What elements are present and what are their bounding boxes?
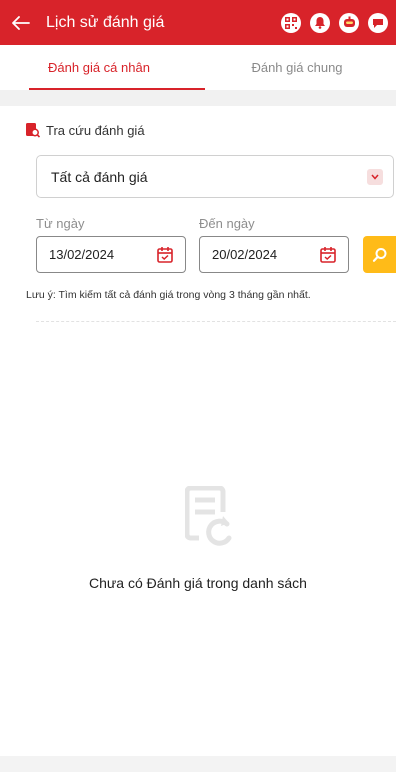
from-date-field[interactable]: 13/02/2024 <box>36 236 186 273</box>
empty-state-message: Chưa có Đánh giá trong danh sách <box>89 575 307 591</box>
to-date-value: 20/02/2024 <box>212 247 278 262</box>
page-title: Lịch sử đánh giá <box>46 13 165 31</box>
qr-code-icon <box>285 16 297 29</box>
from-date-value: 13/02/2024 <box>49 247 115 262</box>
tab-personal-review[interactable]: Đánh giá cá nhân <box>0 45 205 90</box>
robot-icon <box>343 16 355 27</box>
chat-icon <box>373 18 383 28</box>
chevron-down-icon <box>371 174 379 180</box>
app-header: Lịch sử đánh giá <box>0 0 396 45</box>
search-icon <box>372 247 386 262</box>
tab-general-review[interactable]: Đánh giá chung <box>198 45 396 90</box>
from-date-label: Từ ngày <box>36 216 85 231</box>
arrow-left-icon <box>12 15 30 30</box>
search-section-title: Tra cứu đánh giá <box>46 123 145 138</box>
qr-code-button[interactable] <box>281 12 301 33</box>
search-button[interactable] <box>363 236 396 273</box>
notification-button[interactable] <box>310 12 330 33</box>
calendar-icon[interactable] <box>320 246 336 263</box>
empty-list-icon <box>185 486 232 546</box>
bell-icon <box>315 17 325 29</box>
search-note: Lưu ý: Tìm kiếm tất cả đánh giá trong vò… <box>26 289 311 301</box>
assistant-button[interactable] <box>339 12 359 33</box>
to-date-label: Đến ngày <box>199 216 255 231</box>
section-divider <box>0 90 396 106</box>
calendar-icon[interactable] <box>157 246 173 263</box>
back-button[interactable] <box>0 0 42 45</box>
dashed-divider <box>36 321 396 322</box>
search-section-header: Tra cứu đánh giá <box>26 123 145 138</box>
search-document-icon <box>26 123 40 138</box>
tab-bar: Đánh giá cá nhân Đánh giá chung <box>0 45 396 90</box>
chat-button[interactable] <box>368 12 388 33</box>
review-type-value: Tất cả đánh giá <box>51 168 148 185</box>
to-date-field[interactable]: 20/02/2024 <box>199 236 349 273</box>
dropdown-button[interactable] <box>367 169 383 185</box>
bottom-bar <box>0 756 396 772</box>
review-type-select[interactable]: Tất cả đánh giá <box>36 155 394 198</box>
